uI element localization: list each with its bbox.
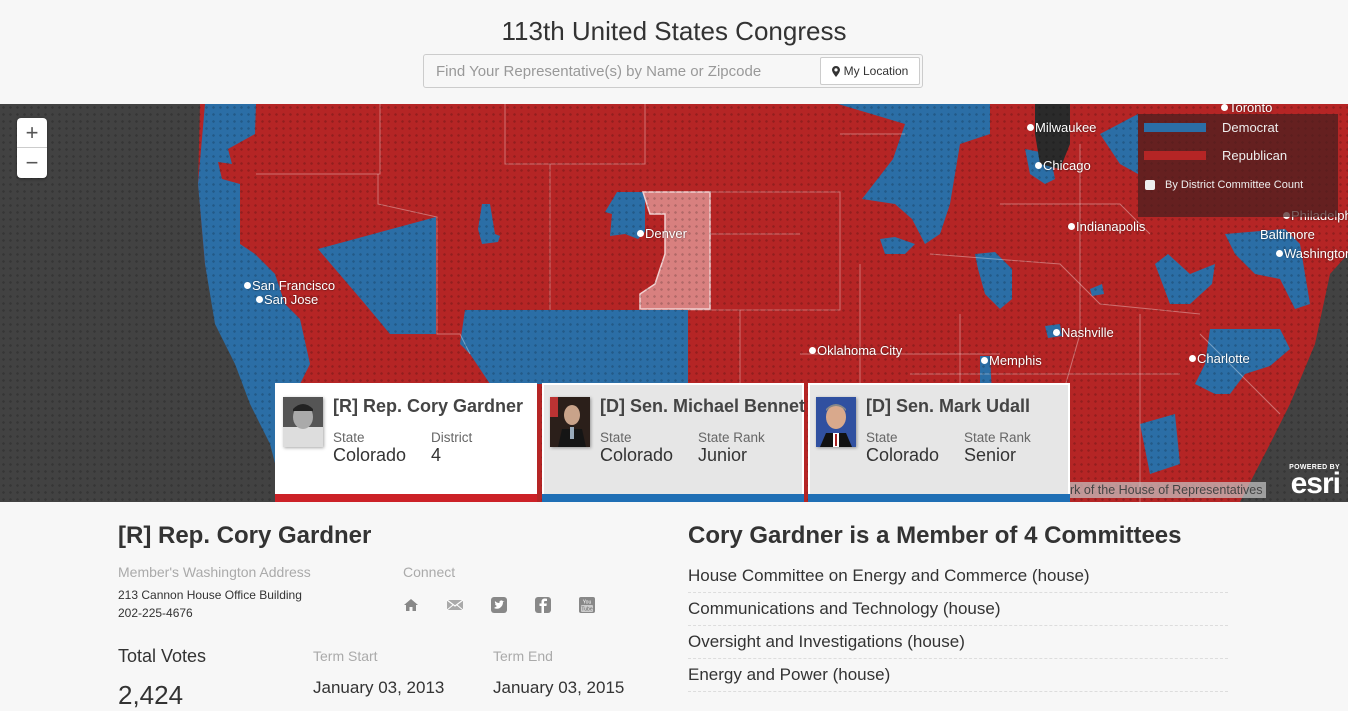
address-label: Member's Washington Address [118,564,311,580]
city-label: Nashville [1053,325,1114,340]
city-marker-icon [1035,162,1042,169]
city-marker-icon [1276,250,1283,257]
my-location-button[interactable]: My Location [820,57,920,85]
city-marker-icon [1068,223,1075,230]
committees-heading: Cory Gardner is a Member of 4 Committees [688,522,1182,549]
header: 113th United States Congress My Location [0,0,1348,104]
republican-swatch [1144,151,1206,160]
party-bar-democrat [808,494,1070,502]
zoom-out-button[interactable]: − [17,148,47,178]
svg-text:Tube: Tube [581,607,592,613]
term-end-value: January 03, 2015 [493,678,625,697]
member-name-heading: [R] Rep. Cory Gardner [118,522,372,549]
checkbox-icon[interactable] [1145,180,1155,190]
member-photo [816,397,856,447]
search-input[interactable] [424,55,819,87]
city-marker-icon [809,347,816,354]
term-start-label: Term Start [313,648,378,664]
facebook-icon[interactable] [534,596,552,614]
city-label: Chicago [1035,158,1091,173]
term-end-label: Term End [493,648,553,664]
city-label: Washington [1276,246,1348,261]
city-marker-icon [1053,329,1060,336]
committee-item[interactable]: Oversight and Investigations (house) [688,626,1228,659]
connect-label: Connect [403,564,456,580]
member-card-bennet[interactable]: [D] Sen. Michael Bennet State Colorado S… [542,383,805,502]
city-marker-icon [1027,124,1034,131]
home-icon[interactable] [402,596,420,614]
svg-text:You: You [583,600,592,606]
legend-democrat: Democrat [1144,120,1278,135]
member-card-udall[interactable]: [D] Sen. Mark Udall State Colorado State… [808,383,1070,502]
member-photo [283,397,323,447]
email-icon[interactable] [446,596,464,614]
democrat-swatch [1144,123,1206,132]
zoom-in-button[interactable]: + [17,118,47,148]
city-marker-icon [637,230,644,237]
city-marker-icon [244,282,251,289]
twitter-icon[interactable] [490,596,508,614]
member-photo [550,397,590,447]
city-label: Oklahoma City [809,343,902,358]
legend-republican: Republican [1144,148,1287,163]
member-card-gardner[interactable]: [R] Rep. Cory Gardner State Colorado Dis… [275,383,537,502]
city-label: Denver [637,226,687,241]
search-bar: My Location [423,54,923,88]
city-label: Charlotte [1189,351,1250,366]
phone-number: 202-225-4676 [118,606,193,620]
zoom-control: + − [17,118,47,178]
city-marker-icon [256,296,263,303]
city-label: San Francisco [244,278,335,293]
committee-count: 4 [1024,522,1038,549]
total-votes-value: 2,424 [118,680,184,710]
total-votes-label: Total Votes [118,646,207,666]
address-line: 213 Cannon House Office Building [118,588,302,602]
city-marker-icon [981,357,988,364]
map-legend: Democrat Republican By District Committe… [1138,114,1338,217]
committee-list: House Committee on Energy and Commerce (… [688,560,1228,692]
party-bar-democrat [542,494,804,502]
city-label: Baltimore [1260,227,1315,242]
city-label: San Jose [256,292,318,307]
committee-item[interactable]: Energy and Power (house) [688,659,1228,692]
party-bar-republican [275,494,537,502]
page-title: 113th United States Congress [501,16,847,46]
youtube-icon[interactable]: YouTube [578,596,596,614]
member-details: [R] Rep. Cory Gardner Member's Washingto… [0,502,1348,710]
committee-count-toggle[interactable]: By District Committee Count [1145,179,1303,191]
city-marker-icon [1221,104,1228,111]
city-label: Memphis [981,353,1042,368]
city-label: Indianapolis [1068,219,1145,234]
committee-item[interactable]: House Committee on Energy and Commerce (… [688,560,1228,593]
term-start-value: January 03, 2013 [313,678,445,697]
esri-logo[interactable]: POWERED BY esri [1289,464,1341,499]
map-attribution: rk of the House of Representatives [1066,482,1267,498]
map-pin-icon [831,65,840,77]
city-marker-icon [1189,355,1196,362]
my-location-label: My Location [843,64,909,78]
committee-item[interactable]: Communications and Technology (house) [688,593,1228,626]
city-label: Milwaukee [1027,120,1096,135]
